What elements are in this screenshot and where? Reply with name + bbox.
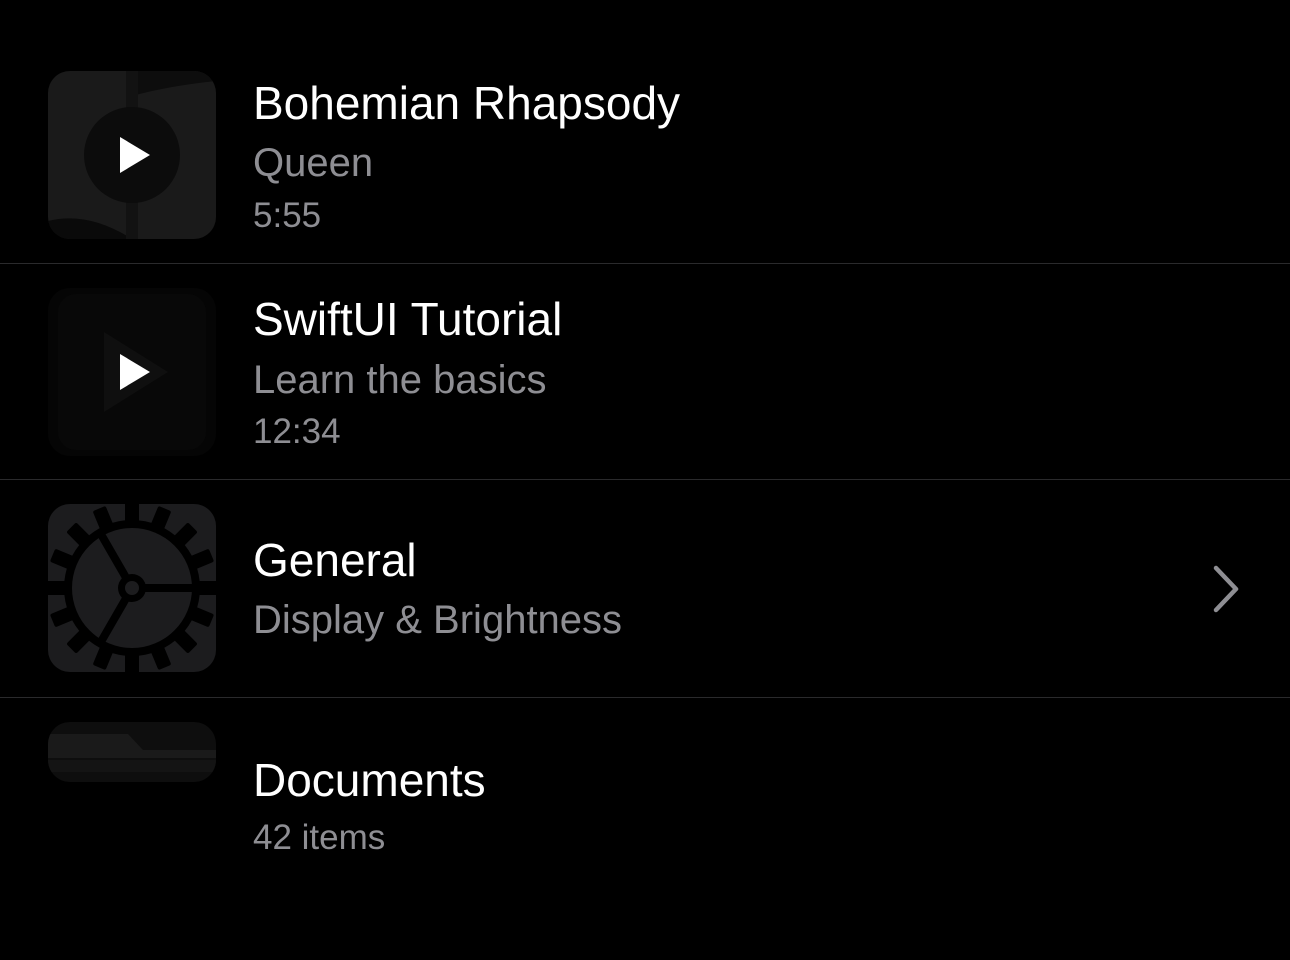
folder-thumbnail [48,722,216,782]
gear-icon [48,504,216,672]
item-title: SwiftUI Tutorial [253,293,563,345]
list-item-general[interactable]: General Display & Brightness [0,480,1290,697]
folder-icon [48,722,216,782]
item-duration: 12:34 [253,412,341,451]
content-list: Bohemian Rhapsody Queen 5:55 SwiftUI Tut… [0,0,1290,960]
chevron-right-icon[interactable] [1206,564,1246,614]
item-title: General [253,534,417,586]
item-subtitle: Learn the basics [253,358,547,402]
video-thumbnail[interactable] [48,288,216,456]
list-item-swiftui-tutorial[interactable]: SwiftUI Tutorial Learn the basics 12:34 [0,264,1290,479]
item-subtitle: Display & Brightness [253,598,623,642]
list-item-documents[interactable]: Documents 42 items [0,698,1290,960]
play-icon [48,71,216,239]
item-subtitle: 42 items [253,818,386,857]
item-title: Bohemian Rhapsody [253,77,681,129]
list-item-bohemian-rhapsody[interactable]: Bohemian Rhapsody Queen 5:55 [0,0,1290,263]
item-duration: 5:55 [253,196,322,235]
play-icon [48,288,216,456]
item-title: Documents [253,754,486,806]
video-thumbnail[interactable] [48,71,216,239]
settings-thumbnail [48,504,216,672]
item-subtitle: Queen [253,141,374,185]
